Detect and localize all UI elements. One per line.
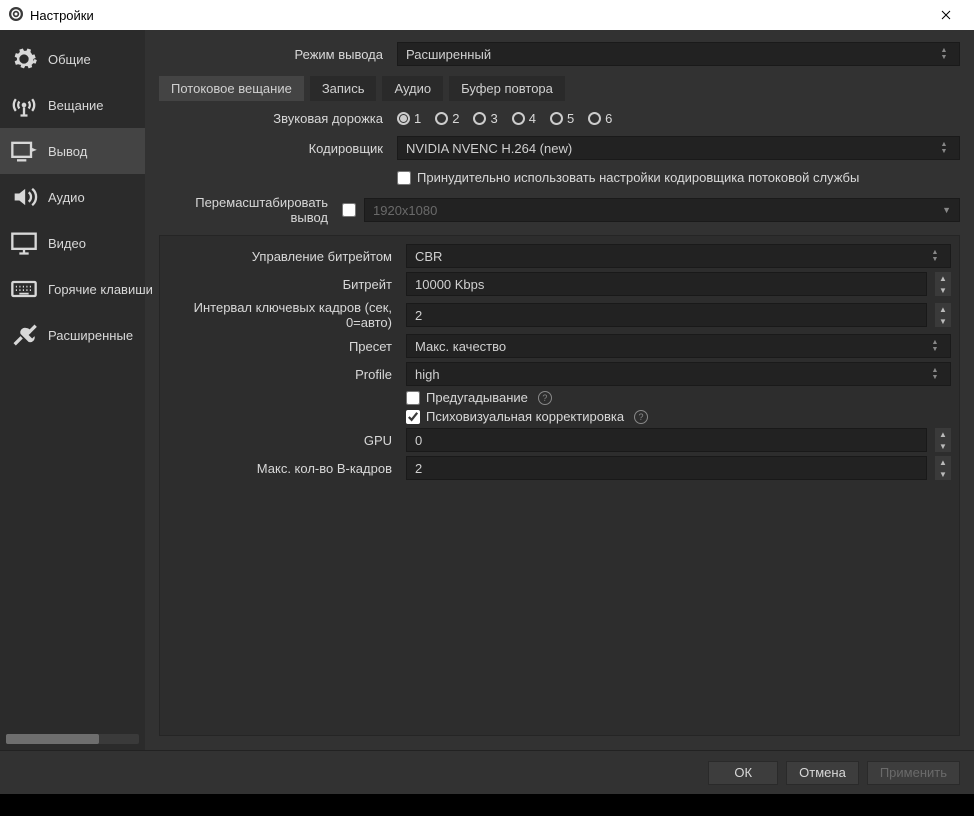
sidebar-item-general[interactable]: Общие	[0, 36, 145, 82]
sidebar-item-label: Расширенные	[48, 328, 133, 343]
lookahead-label: Предугадывание	[426, 390, 528, 405]
lookahead-checkbox[interactable]	[406, 391, 420, 405]
tab-streaming[interactable]: Потоковое вещание	[159, 76, 304, 101]
output-mode-select[interactable]: Расширенный ▲▼	[397, 42, 960, 66]
gear-icon	[10, 45, 38, 73]
force-service-label: Принудительно использовать настройки код…	[417, 170, 859, 185]
output-tabs: Потоковое вещание Запись Аудио Буфер пов…	[159, 76, 960, 101]
chevron-icon: ▲▼	[928, 250, 942, 263]
sidebar-item-audio[interactable]: Аудио	[0, 174, 145, 220]
audio-track-1[interactable]: 1	[397, 111, 421, 126]
preset-select[interactable]: Макс. качество ▲▼	[406, 334, 951, 358]
close-button[interactable]	[926, 0, 966, 30]
sidebar-item-label: Вывод	[48, 144, 87, 159]
broadcast-icon	[10, 91, 38, 119]
profile-label: Profile	[168, 367, 398, 382]
sidebar-item-label: Общие	[48, 52, 91, 67]
speaker-icon	[10, 183, 38, 211]
help-icon[interactable]: ?	[634, 410, 648, 424]
sidebar-item-output[interactable]: Вывод	[0, 128, 145, 174]
chevron-icon: ▲▼	[928, 368, 942, 381]
keyframe-input[interactable]: 2	[406, 303, 927, 327]
preset-label: Пресет	[168, 339, 398, 354]
ok-button[interactable]: ОК	[708, 761, 778, 785]
apply-button[interactable]: Применить	[867, 761, 960, 785]
help-icon[interactable]: ?	[538, 391, 552, 405]
sidebar-item-advanced[interactable]: Расширенные	[0, 312, 145, 358]
sidebar-item-label: Видео	[48, 236, 86, 251]
sidebar: Общие Вещание Вывод Аудио Видео Горячие …	[0, 30, 145, 750]
keyboard-icon	[10, 275, 38, 303]
tools-icon	[10, 321, 38, 349]
sidebar-item-label: Горячие клавиши	[48, 282, 153, 297]
rescale-select[interactable]: 1920x1080 ▼	[364, 198, 960, 222]
cancel-button[interactable]: Отмена	[786, 761, 859, 785]
sidebar-item-label: Вещание	[48, 98, 104, 113]
audio-track-label: Звуковая дорожка	[159, 111, 389, 126]
chevron-down-icon: ▼	[942, 205, 951, 215]
bitrate-spinner[interactable]: ▲▼	[935, 272, 951, 296]
tab-replay-buffer[interactable]: Буфер повтора	[449, 76, 565, 101]
audio-track-2[interactable]: 2	[435, 111, 459, 126]
gpu-spinner[interactable]: ▲▼	[935, 428, 951, 452]
psycho-checkbox[interactable]	[406, 410, 420, 424]
audio-track-3[interactable]: 3	[473, 111, 497, 126]
bitrate-control-label: Управление битрейтом	[168, 249, 398, 264]
output-icon	[10, 137, 38, 165]
sidebar-scrollbar[interactable]	[6, 734, 139, 744]
bitrate-control-select[interactable]: CBR ▲▼	[406, 244, 951, 268]
encoder-settings-panel: Управление битрейтом CBR ▲▼ Битрейт 1000…	[159, 235, 960, 736]
bitrate-label: Битрейт	[168, 277, 398, 292]
sidebar-item-video[interactable]: Видео	[0, 220, 145, 266]
gpu-input[interactable]: 0	[406, 428, 927, 452]
keyframe-spinner[interactable]: ▲▼	[935, 303, 951, 327]
rescale-label: Перемасштабировать вывод	[159, 195, 334, 225]
titlebar: Настройки	[0, 0, 974, 30]
bottom-stub	[0, 794, 974, 816]
sidebar-item-label: Аудио	[48, 190, 85, 205]
audio-track-radios: 1 2 3 4 5 6	[397, 111, 960, 126]
tab-recording[interactable]: Запись	[310, 76, 377, 101]
audio-track-5[interactable]: 5	[550, 111, 574, 126]
force-service-checkbox[interactable]	[397, 171, 411, 185]
bframes-spinner[interactable]: ▲▼	[935, 456, 951, 480]
output-mode-label: Режим вывода	[159, 47, 389, 62]
monitor-icon	[10, 229, 38, 257]
chevron-icon: ▲▼	[937, 142, 951, 155]
bframes-label: Макс. кол-во B-кадров	[168, 461, 398, 476]
bframes-input[interactable]: 2	[406, 456, 927, 480]
encoder-label: Кодировщик	[159, 141, 389, 156]
sidebar-item-stream[interactable]: Вещание	[0, 82, 145, 128]
sidebar-item-hotkeys[interactable]: Горячие клавиши	[0, 266, 145, 312]
rescale-checkbox[interactable]	[342, 203, 356, 217]
audio-track-4[interactable]: 4	[512, 111, 536, 126]
chevron-icon: ▲▼	[937, 48, 951, 61]
chevron-icon: ▲▼	[928, 340, 942, 353]
gpu-label: GPU	[168, 433, 398, 448]
audio-track-6[interactable]: 6	[588, 111, 612, 126]
psycho-label: Психовизуальная корректировка	[426, 409, 624, 424]
bitrate-input[interactable]: 10000 Kbps	[406, 272, 927, 296]
encoder-select[interactable]: NVIDIA NVENC H.264 (new) ▲▼	[397, 136, 960, 160]
window-title: Настройки	[30, 8, 94, 23]
app-icon	[8, 6, 24, 25]
main-content: Режим вывода Расширенный ▲▼ Потоковое ве…	[145, 30, 974, 750]
dialog-footer: ОК Отмена Применить	[0, 750, 974, 794]
tab-audio[interactable]: Аудио	[382, 76, 443, 101]
keyframe-label: Интервал ключевых кадров (сек, 0=авто)	[168, 300, 398, 330]
profile-select[interactable]: high ▲▼	[406, 362, 951, 386]
